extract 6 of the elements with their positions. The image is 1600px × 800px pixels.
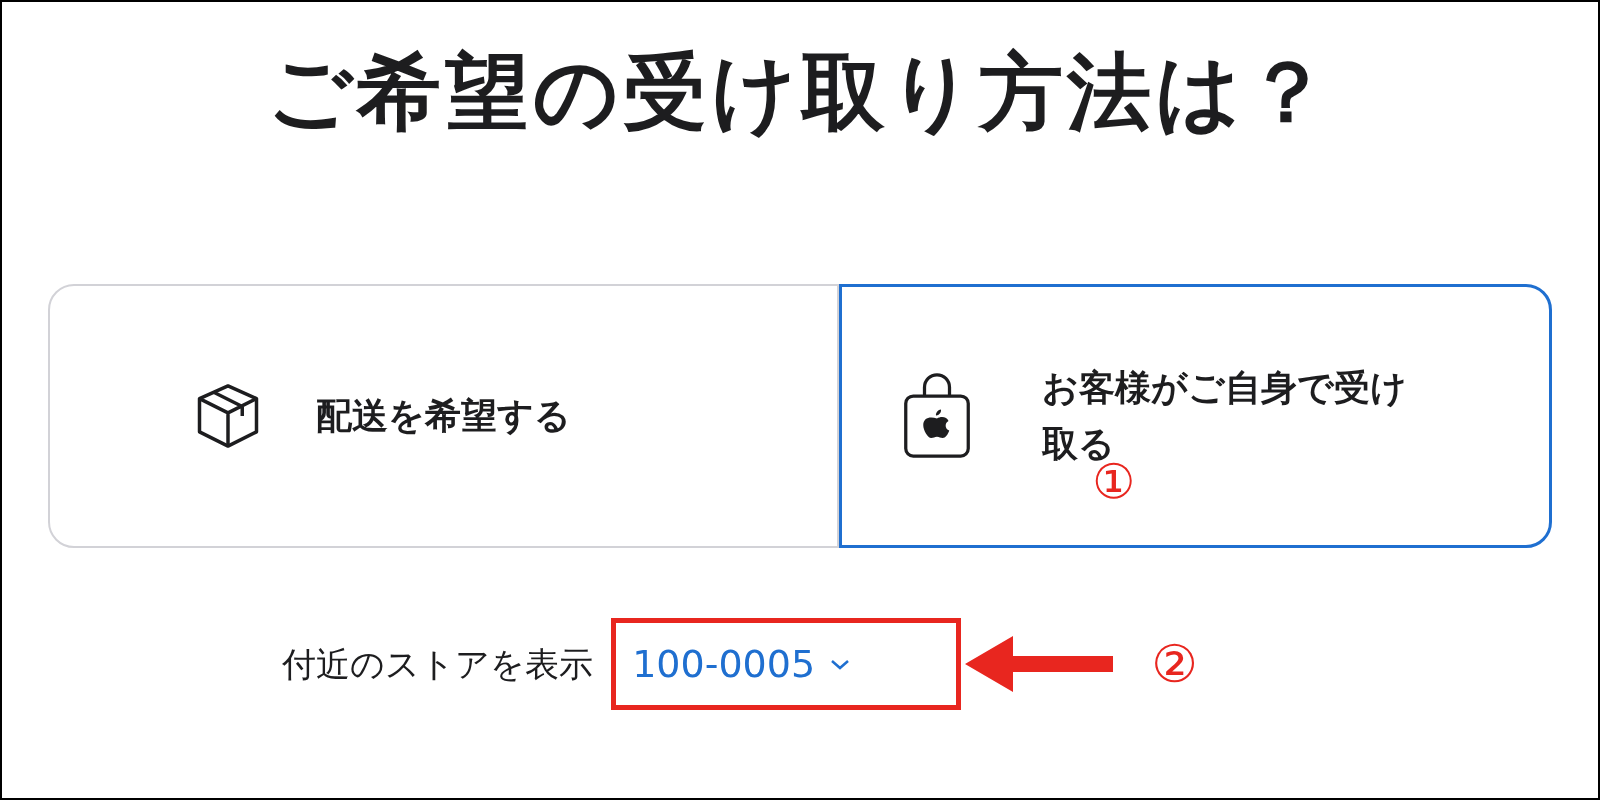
postal-code-link[interactable]: 100-0005 — [632, 635, 852, 693]
annotation-number: ② — [1151, 638, 1198, 690]
option-card[interactable]: 配送を希望する — [48, 284, 839, 548]
bag-icon — [902, 371, 972, 461]
option-label: 配送を希望する — [316, 394, 572, 439]
store-label: 付近のストアを表示 — [282, 642, 594, 686]
